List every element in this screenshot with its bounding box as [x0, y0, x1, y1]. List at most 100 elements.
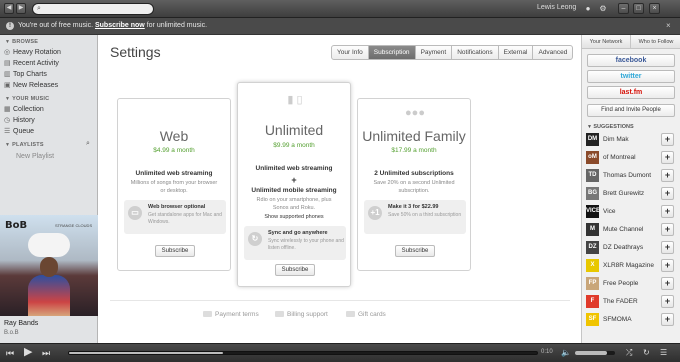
- suggestion-avatar[interactable]: BG: [586, 187, 599, 200]
- follow-button[interactable]: +: [661, 151, 674, 164]
- your-music-header[interactable]: ▼ YOUR MUSIC: [5, 96, 49, 102]
- gear-icon[interactable]: ⚙: [598, 3, 608, 14]
- show-phones-link[interactable]: Show supported phones: [238, 213, 350, 221]
- sidebar-item-history[interactable]: ◷ History: [4, 115, 94, 126]
- subscribe-family-button[interactable]: Subscribe: [395, 245, 435, 257]
- suggestion-row[interactable]: M Mute Channel +: [586, 222, 677, 238]
- user-icon[interactable]: ●: [583, 3, 593, 14]
- progress-bar[interactable]: [68, 351, 538, 355]
- track-title[interactable]: Ray Bands: [4, 320, 38, 327]
- suggestion-name[interactable]: SFMOMA: [603, 316, 632, 323]
- lastfm-button[interactable]: last.fm: [587, 86, 675, 99]
- follow-button[interactable]: +: [661, 223, 674, 236]
- new-playlist-link[interactable]: New Playlist: [16, 153, 54, 160]
- facebook-button[interactable]: facebook: [587, 54, 675, 67]
- browse-header[interactable]: ▼ BROWSE: [5, 39, 38, 45]
- suggestion-name[interactable]: Mute Channel: [603, 226, 643, 233]
- suggestion-name[interactable]: The FADER: [603, 298, 638, 305]
- follow-button[interactable]: +: [661, 295, 674, 308]
- sidebar-item-heavy-rotation[interactable]: ◎ Heavy Rotation: [4, 47, 94, 58]
- follow-button[interactable]: +: [661, 241, 674, 254]
- tab-advanced[interactable]: Advanced: [533, 46, 572, 59]
- back-button[interactable]: ◀: [4, 3, 14, 14]
- username[interactable]: Lewis Leong: [537, 4, 576, 11]
- follow-button[interactable]: +: [661, 205, 674, 218]
- tab-external[interactable]: External: [499, 46, 534, 59]
- follow-button[interactable]: +: [661, 133, 674, 146]
- tab-who-to-follow[interactable]: Who to Follow: [631, 35, 680, 49]
- subscribe-web-button[interactable]: Subscribe: [155, 245, 195, 257]
- tab-your-info[interactable]: Your Info: [332, 46, 369, 59]
- suggestion-avatar[interactable]: DM: [586, 133, 599, 146]
- suggestion-name[interactable]: Vice: [603, 208, 616, 215]
- tab-subscription[interactable]: Subscription: [368, 46, 416, 59]
- suggestion-avatar[interactable]: F: [586, 295, 599, 308]
- volume-icon[interactable]: 🔈: [561, 347, 571, 359]
- suggestion-avatar[interactable]: SF: [586, 313, 599, 326]
- tab-payment[interactable]: Payment: [416, 46, 453, 59]
- suggestion-avatar[interactable]: DZ: [586, 241, 599, 254]
- next-icon[interactable]: ⏭: [42, 347, 50, 359]
- suggestion-row[interactable]: DM Dim Mak +: [586, 132, 677, 148]
- suggestion-name[interactable]: of Montreal: [603, 154, 636, 161]
- tab-your-network[interactable]: Your Network: [582, 35, 631, 49]
- suggestion-row[interactable]: oM of Montreal +: [586, 150, 677, 166]
- suggestion-name[interactable]: DZ Deathrays: [603, 244, 643, 251]
- suggestion-name[interactable]: Brett Gurewitz: [603, 190, 644, 197]
- find-invite-button[interactable]: Find and Invite People: [587, 104, 675, 117]
- maximize-button[interactable]: □: [633, 3, 644, 14]
- suggestion-avatar[interactable]: oM: [586, 151, 599, 164]
- playlist-search-icon[interactable]: ⌕: [86, 140, 90, 148]
- close-notice-icon[interactable]: ×: [666, 21, 671, 30]
- playlists-header[interactable]: ▼ PLAYLISTS: [5, 142, 44, 148]
- twitter-button[interactable]: twitter: [587, 70, 675, 83]
- tab-notifications[interactable]: Notifications: [452, 46, 499, 59]
- album-cover[interactable]: BoB STRANGE CLOUDS: [0, 215, 98, 316]
- suggestion-row[interactable]: F The FADER +: [586, 294, 677, 310]
- suggestion-row[interactable]: X XLR8R Magazine +: [586, 258, 677, 274]
- shuffle-icon[interactable]: ⤮: [626, 347, 632, 359]
- suggestion-name[interactable]: Free People: [603, 280, 638, 287]
- search-icon: ⌕: [37, 5, 41, 12]
- track-artist[interactable]: B.o.B: [4, 330, 19, 336]
- forward-button[interactable]: ▶: [16, 3, 26, 14]
- suggestion-avatar[interactable]: X: [586, 259, 599, 272]
- sidebar-item-queue[interactable]: ☰ Queue: [4, 126, 94, 137]
- suggestion-row[interactable]: TD Thomas Dumont +: [586, 168, 677, 184]
- follow-button[interactable]: +: [661, 277, 674, 290]
- play-icon[interactable]: ▶: [24, 346, 32, 358]
- follow-button[interactable]: +: [661, 259, 674, 272]
- payment-terms-link[interactable]: Payment terms: [203, 311, 259, 318]
- volume-slider[interactable]: [575, 351, 615, 355]
- follow-button[interactable]: +: [661, 187, 674, 200]
- suggestion-name[interactable]: Thomas Dumont: [603, 172, 651, 179]
- sidebar-item-collection[interactable]: ▦ Collection: [4, 104, 94, 115]
- minimize-button[interactable]: –: [618, 3, 629, 14]
- cover-logo: BoB: [5, 220, 28, 231]
- suggestion-row[interactable]: BG Brett Gurewitz +: [586, 186, 677, 202]
- subscribe-now-link[interactable]: Subscribe now: [95, 22, 145, 29]
- suggestion-avatar[interactable]: M: [586, 223, 599, 236]
- follow-button[interactable]: +: [661, 313, 674, 326]
- repeat-icon[interactable]: ↻: [643, 347, 650, 359]
- sidebar-item-new-releases[interactable]: ▣ New Releases: [4, 80, 94, 91]
- suggestion-row[interactable]: VICE Vice +: [586, 204, 677, 220]
- gift-cards-link[interactable]: Gift cards: [346, 311, 386, 318]
- suggestion-avatar[interactable]: FP: [586, 277, 599, 290]
- suggestion-name[interactable]: XLR8R Magazine: [603, 262, 654, 269]
- queue-list-icon[interactable]: ☰: [660, 347, 667, 359]
- suggestion-avatar[interactable]: VICE: [586, 205, 599, 218]
- suggestion-row[interactable]: SF SFMOMA +: [586, 312, 677, 328]
- search-input[interactable]: ⌕: [32, 3, 154, 15]
- subscribe-unlimited-button[interactable]: Subscribe: [275, 264, 315, 276]
- suggestion-row[interactable]: DZ DZ Deathrays +: [586, 240, 677, 256]
- previous-icon[interactable]: ⏮: [6, 347, 14, 359]
- suggestion-name[interactable]: Dim Mak: [603, 136, 629, 143]
- follow-button[interactable]: +: [661, 169, 674, 182]
- billing-support-link[interactable]: Billing support: [275, 311, 328, 318]
- close-button[interactable]: ×: [649, 3, 660, 14]
- suggestion-row[interactable]: FP Free People +: [586, 276, 677, 292]
- sidebar-item-recent-activity[interactable]: ▤ Recent Activity: [4, 58, 94, 69]
- suggestion-avatar[interactable]: TD: [586, 169, 599, 182]
- sidebar-item-top-charts[interactable]: ▥ Top Charts: [4, 69, 94, 80]
